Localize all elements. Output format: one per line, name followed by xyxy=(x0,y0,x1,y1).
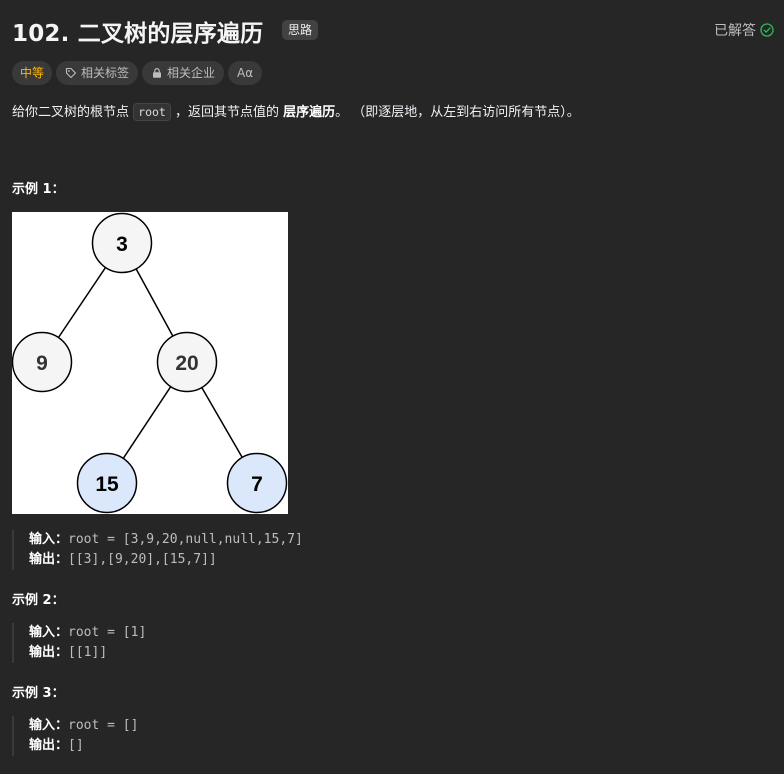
description-middle: ，返回其节点值的 xyxy=(170,105,284,120)
tree-node: 9 xyxy=(12,331,73,393)
example-2-io: 输入：root = [1] 输出：[[1]] xyxy=(12,623,146,663)
solved-status: 已解答 xyxy=(714,20,774,40)
related-companies-button[interactable]: 相关企业 xyxy=(142,61,225,85)
problem-description: 给你二叉树的根节点 root ，返回其节点值的 层序遍历。 （即逐层地，从左到右… xyxy=(12,101,580,124)
node-label: 20 xyxy=(175,352,198,375)
example-3-io: 输入：root = [] 输出：[] xyxy=(12,716,138,756)
tree-node: 20 xyxy=(156,331,218,393)
input-label: 输入： xyxy=(29,532,69,547)
binary-tree-diagram: 3 9 20 15 7 xyxy=(12,212,288,514)
tag-row: 中等 相关标签 相关企业 Aα xyxy=(12,61,263,85)
output-label: 输出： xyxy=(29,738,69,753)
output-label: 输出： xyxy=(29,645,69,660)
input-label: 输入： xyxy=(29,625,69,640)
output-value: [] xyxy=(68,738,84,753)
description-prefix: 给你二叉树的根节点 xyxy=(12,105,134,120)
solved-label: 已解答 xyxy=(714,23,756,39)
node-label: 7 xyxy=(251,473,263,496)
font-toggle-icon: Aα xyxy=(237,66,254,80)
output-value: [[1]] xyxy=(68,645,108,660)
difficulty-badge[interactable]: 中等 xyxy=(12,61,53,85)
tag-icon xyxy=(65,67,77,79)
description-bold: 层序遍历 xyxy=(283,105,336,120)
tree-node: 7 xyxy=(226,452,288,514)
input-label: 输入： xyxy=(29,718,69,733)
example-tree-image: 3 9 20 15 7 xyxy=(12,212,288,514)
lock-icon xyxy=(153,68,162,78)
problem-panel: 102. 二叉树的层序遍历 思路 已解答 中等 相关标签 相关企业 Aα 给你二… xyxy=(0,0,784,774)
output-value: [[3],[9,20],[15,7]] xyxy=(68,552,217,567)
node-label: 9 xyxy=(36,352,48,375)
example-2-title: 示例 2： xyxy=(12,593,65,608)
input-value: root = [3,9,20,null,null,15,7] xyxy=(68,532,303,547)
node-label: 15 xyxy=(95,473,119,496)
input-value: root = [] xyxy=(68,718,139,733)
tree-node: 15 xyxy=(76,452,138,514)
check-circle-icon xyxy=(760,23,774,37)
tree-node: 3 xyxy=(91,212,153,274)
related-companies-label: 相关企业 xyxy=(167,66,216,80)
hint-badge[interactable]: 思路 xyxy=(282,20,319,40)
related-tags-button[interactable]: 相关标签 xyxy=(56,61,139,85)
problem-title[interactable]: 102. 二叉树的层序遍历 xyxy=(12,14,263,48)
related-tags-label: 相关标签 xyxy=(81,66,130,80)
example-1-title: 示例 1： xyxy=(12,182,65,197)
description-suffix: 。 （即逐层地，从左到右访问所有节点）。 xyxy=(335,105,580,120)
input-value: root = [1] xyxy=(68,625,147,640)
description-code: root xyxy=(133,103,171,121)
example-3-title: 示例 3： xyxy=(12,686,65,701)
example-1-io: 输入：root = [3,9,20,null,null,15,7] 输出：[[3… xyxy=(12,530,303,570)
output-label: 输出： xyxy=(29,552,69,567)
node-label: 3 xyxy=(116,233,128,256)
font-toggle-button[interactable]: Aα xyxy=(228,61,263,85)
